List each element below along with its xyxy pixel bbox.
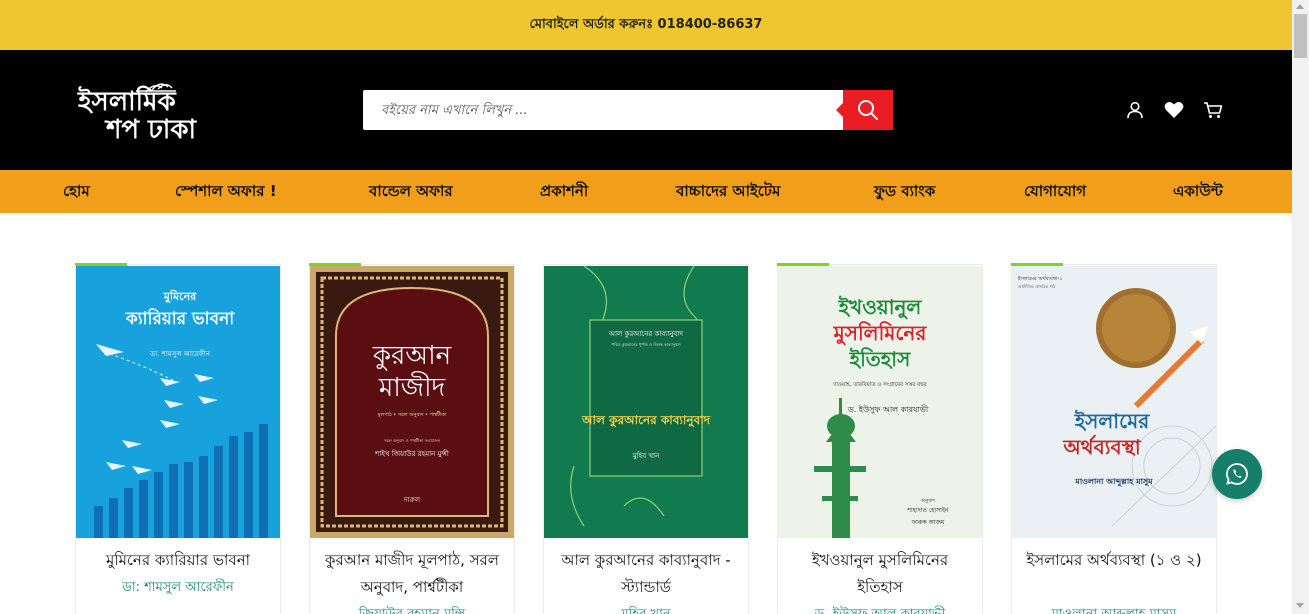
book-cover-image: ইসলামের অর্থব্যবস্থা-১ অর্থনীতির প্রাথমি… — [1012, 266, 1216, 538]
heart-icon — [1164, 102, 1184, 118]
svg-text:মুহিব খান: মুহিব খান — [632, 452, 660, 460]
svg-text:ইসলামের: ইসলামের — [1074, 409, 1150, 433]
svg-text:পবিত্র কুরআনের পূর্ণাঙ্গ ও বিশ: পবিত্র কুরআনের পূর্ণাঙ্গ ও বিশুদ্ধ কাব্য… — [611, 342, 681, 347]
product-card[interactable]: কুরআন মাজীদ মূলপাঠ • সরল অনুবাদ • পার্শ্… — [309, 263, 515, 614]
book-cover-image: ইখওয়ানুল মুসলিমিনের ইতিহাস দাওয়াহ, তার… — [778, 266, 982, 538]
nav-item-home[interactable]: হোম — [63, 170, 90, 213]
product-author[interactable]: মুহিব খান — [554, 605, 738, 614]
svg-text:ডা. শামসুল আরেফীন: ডা. শামসুল আরেফীন — [149, 349, 211, 358]
svg-text:মুমিনের: মুমিনের — [163, 289, 197, 304]
nav-item-bundle-offer[interactable]: বান্ডেল অফার — [369, 170, 453, 213]
product-title[interactable]: মুমিনের ক্যারিয়ার ভাবনা — [86, 547, 270, 574]
book-cover[interactable]: মুমিনের ক্যারিয়ার ভাবনা ডা. শামসুল আরেফ… — [76, 266, 280, 538]
cart-icon — [1204, 102, 1223, 118]
book-cover[interactable]: ইখওয়ানুল মুসলিমিনের ইতিহাস দাওয়াহ, তার… — [778, 266, 982, 538]
product-card[interactable]: আল কুরআনের কাব্যানুবাদ পবিত্র কুরআনের পূ… — [543, 264, 749, 614]
book-cover-image: মুমিনের ক্যারিয়ার ভাবনা ডা. শামসুল আরেফ… — [76, 266, 280, 538]
svg-text:সরল অনুবাদ ও পার্শ্বটীকা সংযোজ: সরল অনুবাদ ও পার্শ্বটীকা সংযোজন — [383, 438, 441, 443]
whatsapp-chat-button[interactable] — [1212, 449, 1262, 499]
svg-text:ড. ইউসুফ আল কারযাভী: ড. ইউসুফ আল কারযাভী — [847, 404, 929, 414]
svg-text:অর্থনীতির প্রাথমিক পাঠ: অর্থনীতির প্রাথমিক পাঠ — [1017, 284, 1056, 289]
svg-text:কুরআন: কুরআন — [372, 341, 452, 371]
scroll-down-arrow-icon[interactable] — [1296, 603, 1304, 608]
svg-text:শাহাদাত হোসাইন: শাহাদাত হোসাইন — [906, 507, 949, 514]
book-cover[interactable]: ইসলামের অর্থব্যবস্থা-১ অর্থনীতির প্রাথমি… — [1012, 266, 1216, 538]
svg-text:ইসলামিক: ইসলামিক — [77, 85, 176, 117]
page-scrollbar[interactable] — [1292, 0, 1309, 614]
svg-text:মুসলিমিনের: মুসলিমিনের — [833, 321, 928, 346]
search-button[interactable] — [836, 90, 893, 130]
product-author[interactable]: ডা: শামসুল আরেফীন — [86, 578, 270, 599]
nav-item-contact[interactable]: যোগাযোগ — [1024, 170, 1086, 213]
svg-text:মূলপাঠ • সরল অনুবাদ • পার্শ্বট: মূলপাঠ • সরল অনুবাদ • পার্শ্বটীকা — [377, 411, 447, 418]
product-title[interactable]: কুরআন মাজীদ মূলপাঠ, সরল অনুবাদ, পার্শ্বট… — [320, 547, 504, 601]
svg-text:ইতিহাস: ইতিহাস — [849, 347, 911, 371]
site-logo[interactable]: ইসলামিক শপ ঢাকা — [76, 78, 200, 145]
product-title[interactable]: ইসলামের অর্থব্যবস্থা (১ ও ২) — [1022, 547, 1206, 574]
search-bar — [363, 90, 893, 130]
main-navigation: হোম স্পেশাল অফার ! বান্ডেল অফার প্রকাশনী… — [0, 170, 1292, 213]
svg-text:অর্থব্যবস্থা: অর্থব্যবস্থা — [1062, 434, 1142, 459]
scrollbar-thumb[interactable] — [1294, 14, 1307, 58]
book-cover-image: কুরআন মাজীদ মূলপাঠ • সরল অনুবাদ • পার্শ্… — [310, 266, 514, 538]
product-title[interactable]: আল কুরআনের কাব্যানুবাদ - স্ট্যান্ডার্ড — [554, 547, 738, 601]
nav-item-kids-items[interactable]: বাচ্চাদের আইটেম — [676, 170, 780, 213]
order-phone-text: মোবাইলে অর্ডার করুনঃ 018400-86637 — [529, 16, 763, 32]
svg-text:আল কুরআনের কাব্যানুবাদ: আল কুরআনের কাব্যানুবাদ — [608, 330, 684, 338]
svg-text:মাজীদ: মাজীদ — [378, 371, 446, 403]
search-input[interactable] — [363, 90, 843, 130]
svg-text:দাওয়াহ, তারবিয়াত ও সংগ্রামের: দাওয়াহ, তারবিয়াত ও সংগ্রামের সত্তর বছর — [832, 381, 927, 388]
top-announcement-bar: মোবাইলে অর্ডার করুনঃ 018400-86637 — [0, 0, 1292, 50]
svg-text:শাইখ জিয়াউর রহমান মুন্সী: শাইখ জিয়াউর রহমান মুন্সী — [374, 449, 450, 458]
nav-item-publishers[interactable]: প্রকাশনী — [540, 170, 588, 213]
svg-text:ক্যারিয়ার ভাবনা: ক্যারিয়ার ভাবনা — [125, 307, 235, 329]
product-card[interactable]: ইখওয়ানুল মুসলিমিনের ইতিহাস দাওয়াহ, তার… — [777, 263, 983, 614]
svg-text:মাওলানা আব্দুল্লাহ মাসুম: মাওলানা আব্দুল্লাহ মাসুম — [1074, 477, 1153, 487]
wishlist-button[interactable] — [1162, 98, 1186, 122]
book-cover-image: আল কুরআনের কাব্যানুবাদ পবিত্র কুরআনের পূ… — [544, 266, 748, 538]
book-cover[interactable]: কুরআন মাজীদ মূলপাঠ • সরল অনুবাদ • পার্শ্… — [310, 266, 514, 538]
product-author[interactable]: জিয়াউর রহমান মুন্সি — [320, 605, 504, 614]
svg-text:অনুবাদ: অনুবাদ — [920, 498, 936, 504]
user-account-button[interactable] — [1123, 98, 1147, 122]
svg-text:ইসলামের অর্থব্যবস্থা-১: ইসলামের অর্থব্যবস্থা-১ — [1017, 275, 1063, 282]
product-card[interactable]: ইসলামের অর্থব্যবস্থা-১ অর্থনীতির প্রাথমি… — [1011, 263, 1217, 614]
search-icon — [858, 100, 878, 120]
nav-item-food-bank[interactable]: ফুড ব্যাংক — [874, 170, 935, 213]
site-header: ইসলামিক শপ ঢাকা — [0, 50, 1292, 170]
product-author[interactable]: ড. ইউসুফ আল কারযাভী — [788, 605, 972, 614]
svg-text:ফারুক আজম: ফারুক আজম — [911, 519, 945, 526]
svg-text:ইখওয়ানুল: ইখওয়ানুল — [838, 295, 923, 320]
product-author[interactable]: মাওলানা আব্দুল্লাহ মাসুম — [1022, 605, 1206, 614]
nav-item-account[interactable]: একাউন্ট — [1173, 170, 1223, 213]
scroll-up-arrow-icon[interactable] — [1296, 4, 1304, 9]
whatsapp-icon — [1226, 463, 1248, 485]
svg-text:শপ ঢাকা: শপ ঢাকা — [104, 115, 198, 142]
cart-button[interactable] — [1201, 98, 1225, 122]
nav-item-special-offer[interactable]: স্পেশাল অফার ! — [175, 170, 277, 213]
logo-icon: ইসলামিক শপ ঢাকা — [77, 83, 198, 145]
svg-text:দারুল: দারুল — [403, 496, 421, 504]
svg-text:আল কুরআনের কাব্যানুবাদ: আল কুরআনের কাব্যানুবাদ — [581, 413, 711, 429]
book-cover[interactable]: আল কুরআনের কাব্যানুবাদ পবিত্র কুরআনের পূ… — [544, 266, 748, 538]
product-card[interactable]: মুমিনের ক্যারিয়ার ভাবনা ডা. শামসুল আরেফ… — [75, 263, 281, 614]
product-title[interactable]: ইখওয়ানুল মুসলিমিনের ইতিহাস — [788, 547, 972, 601]
user-icon — [1127, 101, 1143, 119]
